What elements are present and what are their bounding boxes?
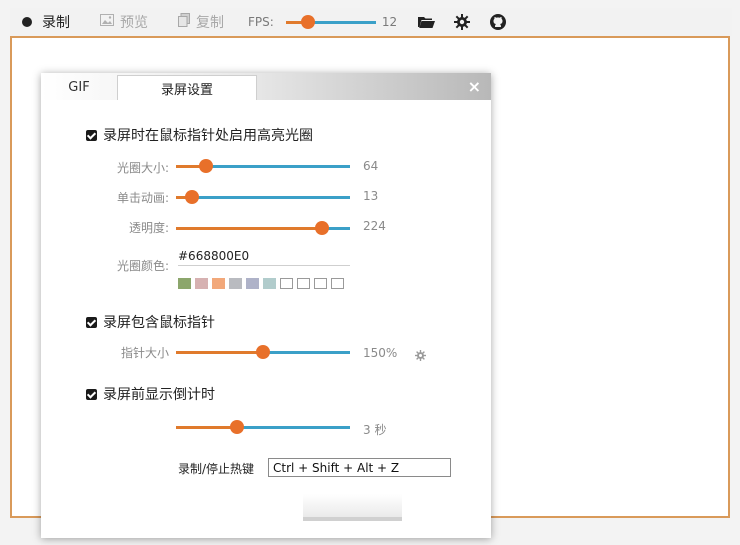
hotkey-label: 录制/停止热键 <box>178 462 255 476</box>
opacity-slider[interactable] <box>176 221 350 235</box>
color-swatch[interactable] <box>297 278 310 289</box>
slider-thumb[interactable] <box>315 221 330 235</box>
countdown-slider[interactable] <box>176 420 350 434</box>
click-animation-slider[interactable] <box>176 190 350 204</box>
opacity-value: 224 <box>363 219 386 233</box>
color-swatch[interactable] <box>246 278 259 289</box>
settings-dialog: GIF 录屏设置 × 录屏时在鼠标指针处启用高亮光圈 光圈大小: 64 单击动画… <box>41 73 491 538</box>
slider-thumb[interactable] <box>229 420 244 434</box>
click-animation-value: 13 <box>363 189 379 203</box>
include-cursor-label: 录屏包含鼠标指针 <box>103 315 215 331</box>
color-swatch[interactable] <box>314 278 327 289</box>
color-swatch[interactable] <box>212 278 225 289</box>
color-swatch[interactable] <box>280 278 293 289</box>
circle-size-slider[interactable] <box>176 159 350 173</box>
circle-color-input[interactable]: #668800E0 <box>178 249 350 266</box>
copy-button[interactable]: 复制 <box>172 12 224 32</box>
slider-thumb[interactable] <box>184 190 199 204</box>
pointer-size-slider[interactable] <box>176 345 350 359</box>
color-swatch[interactable] <box>229 278 242 289</box>
preview-button[interactable]: 预览 <box>94 12 148 32</box>
slider-thumb[interactable] <box>198 159 213 173</box>
image-icon <box>100 14 114 30</box>
hotkey-input[interactable]: Ctrl + Shift + Alt + Z <box>268 458 451 477</box>
color-swatch[interactable] <box>195 278 208 289</box>
opacity-label: 透明度: <box>128 221 169 235</box>
pointer-size-value: 150% <box>363 346 398 360</box>
include-cursor-checkbox[interactable] <box>86 316 97 328</box>
toolbar: 录制 预览 复制 FPS: 12 <box>10 8 732 36</box>
confirm-button[interactable] <box>303 494 402 521</box>
circle-size-value: 64 <box>363 159 379 173</box>
preview-label: 预览 <box>120 15 148 31</box>
copy-label: 复制 <box>196 15 224 31</box>
color-swatch[interactable] <box>331 278 344 289</box>
copy-icon <box>178 13 190 31</box>
fps-label: FPS: <box>248 15 274 29</box>
highlight-checkbox[interactable] <box>86 129 97 141</box>
countdown-checkbox-row[interactable]: 录屏前显示倒计时 <box>86 384 215 404</box>
record-dot-icon <box>22 17 32 27</box>
highlight-label: 录屏时在鼠标指针处启用高亮光圈 <box>103 128 313 144</box>
include-cursor-checkbox-row[interactable]: 录屏包含鼠标指针 <box>86 312 215 332</box>
slider-thumb[interactable] <box>256 345 270 359</box>
tab-record-settings[interactable]: 录屏设置 <box>117 75 257 100</box>
color-swatch[interactable] <box>263 278 276 289</box>
countdown-value: 3 秒 <box>363 423 387 437</box>
countdown-checkbox[interactable] <box>86 388 97 400</box>
close-icon[interactable]: × <box>468 77 481 96</box>
folder-open-icon[interactable] <box>417 13 435 31</box>
pointer-settings-gear-icon[interactable] <box>415 346 426 365</box>
slider-thumb[interactable] <box>301 15 316 29</box>
circle-size-label: 光圈大小: <box>116 161 169 175</box>
fps-slider[interactable] <box>285 15 376 29</box>
click-animation-label: 单击动画: <box>116 191 169 205</box>
highlight-checkbox-row[interactable]: 录屏时在鼠标指针处启用高亮光圈 <box>86 125 313 145</box>
record-button[interactable]: 录制 <box>16 12 70 32</box>
countdown-label: 录屏前显示倒计时 <box>103 387 215 403</box>
color-swatch[interactable] <box>178 278 191 289</box>
github-icon[interactable] <box>489 13 507 31</box>
record-label: 录制 <box>42 15 70 31</box>
pointer-size-label: 指针大小 <box>120 346 169 360</box>
circle-color-label: 光圈颜色: <box>116 259 169 273</box>
dialog-header: GIF 录屏设置 × <box>41 73 491 100</box>
fps-value: 12 <box>381 15 398 29</box>
gear-icon[interactable] <box>453 13 471 31</box>
tab-gif[interactable]: GIF <box>41 75 118 100</box>
